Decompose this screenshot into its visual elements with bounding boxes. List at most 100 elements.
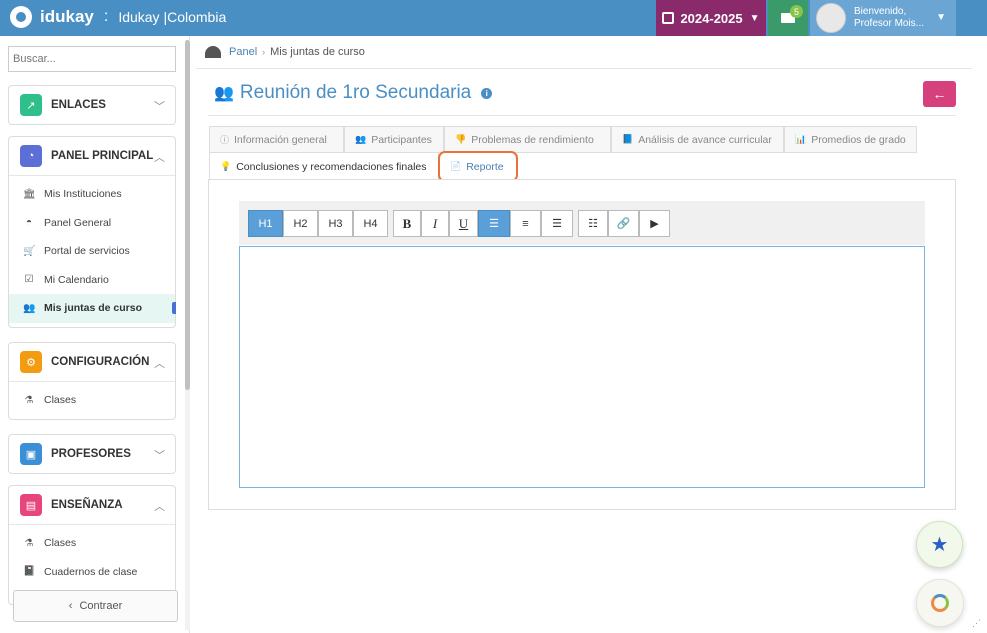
align-center-button[interactable]: ≡: [510, 210, 541, 237]
assistant-button[interactable]: [916, 579, 964, 627]
arrow-left-icon: ←: [932, 86, 947, 102]
italic-button[interactable]: I: [421, 210, 449, 237]
section-panel-principal: ◔ PANEL PRINCIPAL ︿ 🏛 Mis Instituciones ◓…: [8, 136, 176, 328]
sidebar-item-label: Cuadernos de clase: [44, 565, 138, 578]
section-title: ENLACES: [51, 99, 106, 111]
sidebar-item-portal-servicios[interactable]: 🛒 Portal de servicios: [9, 237, 175, 266]
user-name: Profesor Mois...: [854, 18, 925, 29]
sidebar: ↗ ENLACES ﹀ ◔ PANEL PRINCIPAL ︿ 🏛 Mis Ins…: [0, 36, 190, 633]
tab-label: Participantes: [371, 133, 432, 146]
school-year-dropdown[interactable]: 2024-2025 ▼: [656, 0, 766, 36]
search-input[interactable]: [8, 46, 176, 72]
avatar: [816, 3, 846, 33]
sidebar-item-juntas-curso[interactable]: 👥 Mis juntas de curso: [9, 294, 176, 323]
page-title-row: 👥 Reunión de 1ro Secundaria i: [214, 80, 493, 106]
tab-informacion-general[interactable]: ⓘ Información general: [209, 126, 344, 153]
align-left-button[interactable]: ☰: [478, 210, 510, 237]
section-items: ⚗ Clases: [9, 381, 175, 419]
users-icon: 👥: [23, 302, 36, 314]
section-title: PANEL PRINCIPAL: [51, 150, 154, 162]
tab-promedios-grado[interactable]: 📊 Promedios de grado: [784, 126, 917, 153]
tab-reporte[interactable]: 📄 Reporte: [438, 151, 518, 182]
section-header-profesores[interactable]: ▣ PROFESORES ﹀: [9, 435, 175, 473]
lightbulb-icon: 💡: [220, 161, 232, 171]
file-icon: 📄: [450, 161, 462, 171]
sidebar-item-label: Clases: [44, 537, 77, 550]
thumbs-down-icon: 👎: [455, 134, 467, 144]
sidebar-item-cuadernos[interactable]: 📓 Cuadernos de clase: [9, 558, 175, 587]
heading-4-button[interactable]: H4: [353, 210, 388, 237]
section-profesores: ▣ PROFESORES ﹀: [8, 434, 176, 474]
heading-1-button[interactable]: H1: [248, 210, 283, 237]
calendar-check-icon: ☑: [24, 274, 34, 286]
sidebar-item-clases[interactable]: ⚗ Clases: [9, 529, 175, 558]
chevron-up-icon: ︿: [154, 501, 165, 513]
section-configuracion: ⚙ CONFIGURACIÓN ︿ ⚗ Clases: [8, 342, 176, 420]
collapse-sidebar-button[interactable]: ‹ Contraer: [13, 590, 178, 622]
link-button[interactable]: 🔗: [608, 210, 639, 237]
sidebar-item-label: Mis juntas de curso: [44, 302, 143, 315]
section-header-enlaces[interactable]: ↗ ENLACES ﹀: [9, 86, 175, 124]
dashboard-icon: ◔: [20, 145, 42, 167]
section-header-ensenanza[interactable]: ▤ ENSEÑANZA ︿: [9, 486, 175, 524]
messages-button[interactable]: 5: [768, 0, 808, 36]
section-header-panel-principal[interactable]: ◔ PANEL PRINCIPAL ︿: [9, 137, 175, 175]
list-icon: ☷: [588, 218, 598, 230]
logo-text: idukay: [40, 7, 94, 26]
section-items: ⚗ Clases 📓 Cuadernos de clase: [9, 524, 175, 590]
logo-separator: :: [103, 8, 109, 25]
book-icon: ▤: [20, 494, 42, 516]
section-title: ENSEÑANZA: [51, 499, 123, 511]
sidebar-scrollbar[interactable]: [185, 40, 190, 630]
assistant-logo-icon: [931, 594, 949, 612]
tab-problemas-rendimiento[interactable]: 👎 Problemas de rendimiento: [444, 126, 611, 153]
video-button[interactable]: ▶: [639, 210, 670, 237]
messages-count-badge: 5: [790, 5, 803, 18]
align-center-icon: ≡: [522, 217, 529, 230]
chevron-up-icon: ︿: [154, 358, 165, 370]
breadcrumb-current: Mis juntas de curso: [270, 46, 365, 58]
calendar-check-icon: [662, 12, 675, 24]
sidebar-item-label: Mis Instituciones: [44, 188, 122, 201]
info-icon[interactable]: i: [481, 87, 493, 99]
id-badge-icon: ▣: [20, 443, 42, 465]
heading-3-button[interactable]: H3: [318, 210, 353, 237]
page-title: Reunión de 1ro Secundaria: [239, 82, 472, 103]
bullet-list-button[interactable]: ☷: [578, 210, 608, 237]
tab-label: Problemas de rendimiento: [471, 133, 594, 146]
favorites-button[interactable]: ★: [916, 521, 963, 568]
rich-text-editor[interactable]: [239, 246, 925, 488]
tab-participantes[interactable]: 👥 Participantes: [344, 126, 444, 153]
sidebar-item-calendario[interactable]: ☑ Mi Calendario: [9, 266, 175, 295]
section-header-configuracion[interactable]: ⚙ CONFIGURACIÓN ︿: [9, 343, 175, 381]
cart-icon: 🛒: [23, 245, 36, 257]
chevron-down-icon: ﹀: [154, 101, 165, 113]
tab-analisis-avance[interactable]: 📘 Análisis de avance curricular: [611, 126, 784, 153]
align-left-icon: ☰: [489, 218, 499, 230]
bold-button[interactable]: B: [393, 210, 421, 237]
sidebar-item-clases-config[interactable]: ⚗ Clases: [9, 386, 175, 415]
sidebar-item-label: Clases: [44, 394, 77, 407]
sidebar-item-panel-general[interactable]: ◓ Panel General: [9, 209, 175, 238]
external-link-icon: ↗: [20, 94, 42, 116]
heading-2-button[interactable]: H2: [283, 210, 318, 237]
sidebar-item-label: Portal de servicios: [44, 245, 130, 258]
tab-label: Información general: [234, 133, 327, 146]
underline-button[interactable]: U: [449, 210, 478, 237]
scrollbar-thumb[interactable]: [185, 40, 190, 390]
logo[interactable]: idukay : Idukay |Colombia: [10, 6, 226, 28]
user-menu[interactable]: Bienvenido, Profesor Mois... ▼: [810, 0, 956, 36]
flask-icon: ⚗: [24, 537, 34, 549]
caret-down-icon: ▼: [749, 12, 760, 24]
align-right-button[interactable]: ☰: [541, 210, 573, 237]
school-year-label: 2024-2025: [680, 10, 743, 26]
sidebar-item-instituciones[interactable]: 🏛 Mis Instituciones: [9, 180, 175, 209]
section-items: 🏛 Mis Instituciones ◓ Panel General 🛒 Porta…: [9, 175, 176, 327]
caret-down-icon: ▼: [936, 12, 946, 23]
section-title: PROFESORES: [51, 448, 131, 460]
breadcrumb-panel-link[interactable]: Panel: [229, 46, 257, 58]
back-button[interactable]: ←: [923, 81, 956, 107]
gauge-icon: ◓: [25, 217, 33, 229]
tab-conclusiones[interactable]: 💡 Conclusiones y recomendaciones finales: [209, 152, 439, 180]
section-title: CONFIGURACIÓN: [51, 356, 150, 368]
